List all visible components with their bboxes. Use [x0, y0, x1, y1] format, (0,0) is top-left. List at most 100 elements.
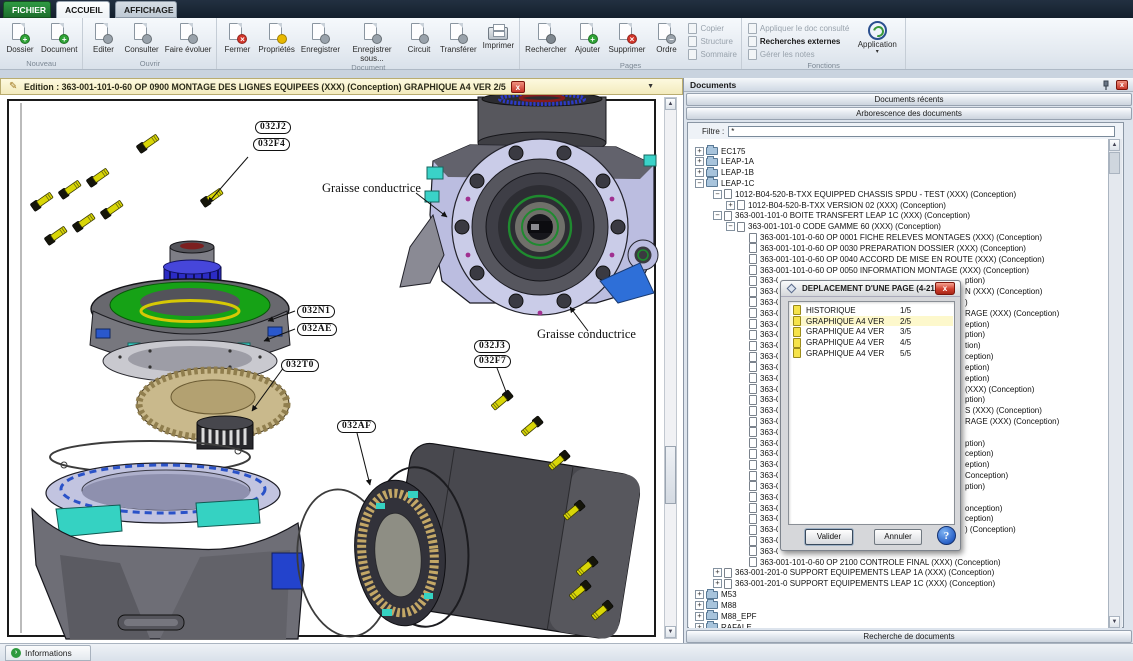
dialog-page-row-3[interactable]: GRAPHIQUE A4 VER3/5: [790, 327, 953, 338]
tree-item-leap-1b[interactable]: + LEAP-1B: [689, 168, 1110, 178]
filter-input[interactable]: [728, 126, 1115, 137]
ribbon-button-rechercher[interactable]: Rechercher: [522, 19, 569, 61]
tab-affichage[interactable]: AFFICHAGE: [115, 1, 177, 18]
tree-scrollbar[interactable]: ▲ ▼: [1108, 139, 1122, 628]
window-menu-caret-icon[interactable]: ▼: [647, 83, 654, 90]
ribbon-button-document[interactable]: +Document: [38, 19, 80, 59]
tree-expander-icon[interactable]: +: [695, 157, 704, 166]
ribbon-button-label: Enregistrer: [301, 46, 340, 55]
tree-expander-icon[interactable]: +: [713, 568, 722, 577]
tree-item-363-001-101-0-code-gamme-60-xxx-conception[interactable]: −363-001-101-0 CODE GAMME 60 (XXX) (Conc…: [689, 222, 1110, 232]
tree-item-m88-epf[interactable]: +M88_EPF: [689, 611, 1110, 621]
tree-item-leap-1c[interactable]: − LEAP-1C: [689, 178, 1110, 188]
scrollbar-thumb[interactable]: [1109, 152, 1120, 174]
tree-expander-icon[interactable]: +: [695, 612, 704, 621]
tree-expander-icon[interactable]: −: [726, 222, 735, 231]
tree-item-363-001-101-0-60-op-0040-accord-de-mise-en-route[interactable]: 363-001-101-0-60 OP 0040 ACCORD DE MISE …: [689, 254, 1110, 264]
document-sheet-icon: [748, 49, 757, 60]
tab-fichier[interactable]: FICHIER: [3, 1, 51, 18]
tree-item-1012-b04-520-b-txx-version-02-xxx-conception[interactable]: +1012-B04-520-B-TXX VERSION 02 (XXX) (Co…: [689, 200, 1110, 210]
tree-expander-icon[interactable]: +: [695, 168, 704, 177]
ribbon-button-application[interactable]: Application▾: [851, 19, 903, 61]
dialog-titlebar: DEPLACEMENT D'UNE PAGE (4-21): [781, 281, 960, 297]
dialog-page-row-2[interactable]: GRAPHIQUE A4 VER2/5: [790, 316, 953, 327]
ribbon-button-copier[interactable]: Copier: [688, 22, 736, 35]
informations-tab[interactable]: › Informations: [5, 645, 91, 661]
dialog-page-row-5[interactable]: GRAPHIQUE A4 VER5/5: [790, 348, 953, 359]
help-button[interactable]: ?: [937, 526, 956, 545]
ribbon-button-consulter[interactable]: Consulter: [121, 19, 161, 59]
dialog-close-icon[interactable]: x: [935, 282, 955, 295]
ribbon-button-appliquer-le-doc-consult[interactable]: Appliquer le doc consulté: [748, 22, 849, 35]
ribbon-button-ajouter[interactable]: +Ajouter: [570, 19, 606, 61]
annuler-button[interactable]: Annuler: [874, 529, 922, 545]
tree-expander-icon[interactable]: +: [695, 623, 704, 628]
tree-expander-icon[interactable]: +: [726, 201, 735, 210]
tree-item-label: M53: [721, 590, 737, 599]
document-icon: [724, 189, 732, 199]
tab-accueil[interactable]: ACCUEIL: [56, 1, 110, 18]
tree-item-363-001-201-0-support-equipements-leap-1a-xxx-co[interactable]: +363-001-201-0 SUPPORT EQUIPEMENTS LEAP …: [689, 568, 1110, 578]
tree-item-m88[interactable]: + M88: [689, 600, 1110, 610]
ribbon-button-fermer[interactable]: ×Fermer: [219, 19, 255, 63]
tree-item-leap-1a[interactable]: +LEAP-1A: [689, 157, 1110, 167]
ribbon-button-editer[interactable]: Editer: [85, 19, 121, 59]
dialog-page-row-4[interactable]: GRAPHIQUE A4 VER4/5: [790, 337, 953, 348]
tree-item-label: LEAP-1C: [721, 179, 754, 188]
dialog-page-row-1[interactable]: HISTORIQUE1/5: [790, 305, 953, 316]
tree-item-label: M88: [721, 601, 737, 610]
ribbon-group-label: Pages: [522, 61, 739, 70]
tree-expander-icon[interactable]: +: [695, 601, 704, 610]
annotation-note-2: Graisse conductrice: [537, 327, 636, 342]
ribbon-button-ordre[interactable]: −Ordre: [648, 19, 684, 61]
ribbon-button-structure[interactable]: Structure: [688, 35, 736, 48]
document-icon: [749, 233, 757, 243]
ribbon-button-transf-rer[interactable]: Transférer: [437, 19, 480, 63]
ribbon-button-recherches-externes[interactable]: Recherches externes: [748, 35, 849, 48]
tree-item-label: LEAP-1B: [721, 168, 754, 177]
document-close-icon[interactable]: x: [511, 81, 525, 93]
tree-item-363-001-101-0-60-op-0001-fiche-releves-montages-[interactable]: 363-001-101-0-60 OP 0001 FICHE RELEVES M…: [689, 233, 1110, 243]
dialog-page-list[interactable]: HISTORIQUE1/5GRAPHIQUE A4 VER2/5GRAPHIQU…: [788, 301, 955, 525]
tree-item-ec175[interactable]: +EC175: [689, 146, 1110, 156]
scroll-up-icon[interactable]: ▲: [1109, 139, 1120, 151]
ribbon-button-sommaire[interactable]: Sommaire: [688, 48, 736, 61]
ribbon-button-propri-t-s[interactable]: Propriétés: [255, 19, 297, 63]
tree-item-363-001-101-0-boite-transfert-leap-1c-xxx-concep[interactable]: −363-001-101-0 BOITE TRANSFERT LEAP 1C (…: [689, 211, 1110, 221]
ribbon-button-dossier[interactable]: +Dossier: [2, 19, 38, 59]
ribbon-button-enregistrer-sous[interactable]: Enregistrer sous...: [343, 19, 401, 63]
ribbon-button-circuit[interactable]: Circuit: [401, 19, 437, 63]
tree-expander-icon[interactable]: −: [713, 211, 722, 220]
ribbon-button-label: Faire évoluer: [165, 46, 212, 55]
scroll-down-icon[interactable]: ▼: [1109, 616, 1120, 628]
tree-expander-icon[interactable]: +: [713, 579, 722, 588]
tree-item-m53[interactable]: + M53: [689, 590, 1110, 600]
ribbon-button-supprimer[interactable]: ×Supprimer: [606, 19, 649, 61]
tree-item-363-001-101-0-60-op-2100-controle-final-xxx-conc[interactable]: 363-001-101-0-60 OP 2100 CONTROLE FINAL …: [689, 557, 1110, 567]
scroll-down-icon[interactable]: ▼: [665, 626, 676, 638]
tree-item-363-001-101-0-60-op-0050-information-montage-xxx[interactable]: 363-001-101-0-60 OP 0050 INFORMATION MON…: [689, 265, 1110, 275]
tree-item-rafale[interactable]: +RAFALE: [689, 622, 1110, 628]
tree-expander-icon[interactable]: +: [695, 590, 704, 599]
ribbon-button-enregistrer[interactable]: Enregistrer: [298, 19, 343, 63]
section-recherche-documents[interactable]: Recherche de documents: [686, 630, 1132, 643]
drawing-vertical-scrollbar[interactable]: ▲ ▼: [664, 97, 677, 639]
tree-expander-icon[interactable]: −: [695, 179, 704, 188]
ribbon-button-g-rer-les-notes[interactable]: Gérer les notes: [748, 48, 849, 61]
tree-expander-icon[interactable]: +: [695, 147, 704, 156]
tree-item-1012-b04-520-b-txx-equipped-chassis-spdu-test-xx[interactable]: −1012-B04-520-B-TXX EQUIPPED CHASSIS SPD…: [689, 189, 1110, 199]
section-documents-recents[interactable]: Documents récents: [686, 93, 1132, 106]
scrollbar-thumb[interactable]: [665, 446, 676, 504]
ribbon-button-imprimer[interactable]: Imprimer: [480, 19, 518, 63]
document-icon: [749, 492, 757, 502]
ribbon-button-faire-voluer[interactable]: Faire évoluer: [162, 19, 215, 59]
tree-expander-icon[interactable]: −: [713, 190, 722, 199]
panel-close-icon[interactable]: x: [1116, 80, 1128, 90]
scroll-up-icon[interactable]: ▲: [665, 98, 676, 110]
tree-item-363-001-101-0-60-op-0030-preparation-dossier-xxx[interactable]: 363-001-101-0-60 OP 0030 PREPARATION DOS…: [689, 243, 1110, 253]
tree-item-363-001-201-0-support-equipements-leap-1c-xxx-co[interactable]: +363-001-201-0 SUPPORT EQUIPEMENTS LEAP …: [689, 579, 1110, 589]
section-arborescence[interactable]: Arborescence des documents: [686, 107, 1132, 120]
ribbon-button-label: Enregistrer sous...: [346, 46, 398, 63]
pin-icon[interactable]: [1101, 80, 1111, 90]
valider-button[interactable]: Valider: [805, 529, 853, 545]
